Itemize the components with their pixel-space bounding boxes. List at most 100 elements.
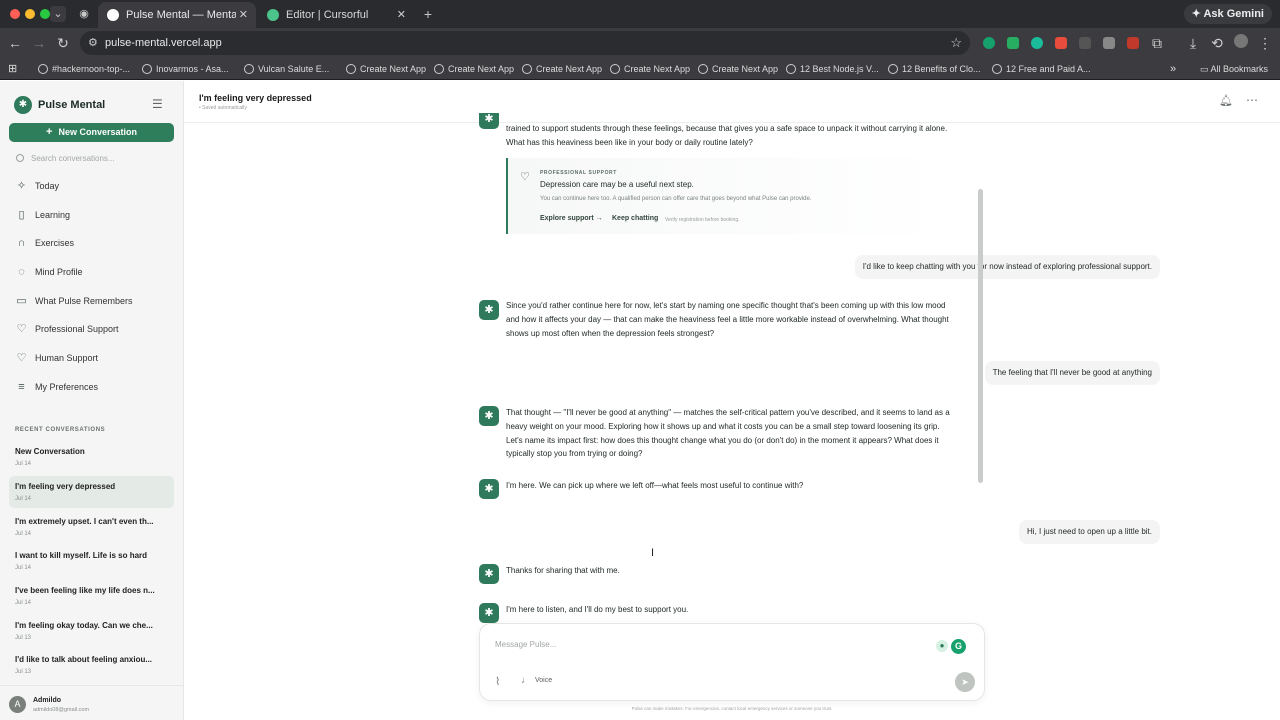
record-icon[interactable]: ◉ — [76, 6, 92, 22]
all-bookmarks-button[interactable]: ▭ All Bookmarks — [1200, 58, 1268, 80]
new-conversation-button[interactable]: + New Conversation — [9, 123, 174, 142]
search-input[interactable]: Search conversations... — [16, 154, 115, 163]
user-message: The feeling that I'll never be good at a… — [984, 361, 1160, 385]
conversation-item[interactable]: I'd like to talk about feeling anxiou...… — [9, 649, 174, 681]
sidebar-item-learning[interactable]: ▯ Learning — [15, 206, 70, 224]
bookmark-item[interactable]: 12 Free and Paid A... — [992, 58, 1091, 80]
more-options-icon[interactable]: ⋯ — [1246, 93, 1258, 107]
sidebar-item-exercises[interactable]: ∩ Exercises — [15, 234, 74, 252]
assistant-message: I'm here. We can pick up where we left o… — [506, 481, 804, 490]
chat-area: I'm feeling very depressed • Saved autom… — [184, 81, 1280, 720]
close-tab-icon[interactable]: ✕ — [239, 2, 248, 28]
brain-icon: ◌ — [18, 266, 25, 278]
back-arrow-icon[interactable]: ← — [6, 34, 24, 52]
keep-chatting-link[interactable]: Keep chatting — [612, 215, 658, 222]
sliders-icon: ≡ — [18, 381, 25, 393]
sidebar-item-mind-profile[interactable]: ◌ Mind Profile — [15, 263, 82, 281]
grammarly-extension-icon[interactable] — [983, 37, 995, 49]
message-input[interactable]: Message Pulse... — [495, 640, 556, 649]
site-info-icon[interactable]: ⚙ — [88, 36, 98, 49]
text-cursor-icon: I — [651, 547, 655, 559]
page-title: I'm feeling very depressed — [199, 93, 312, 103]
send-button[interactable]: ➤ — [955, 672, 975, 692]
search-icon — [16, 154, 24, 162]
m-extension-icon[interactable] — [1031, 37, 1043, 49]
cursor-extension-icon[interactable] — [1055, 37, 1067, 49]
headphones-icon: ∩ — [17, 237, 26, 249]
voice-button[interactable]: Voice — [535, 677, 552, 684]
attach-paperclip-icon[interactable]: ⌇ — [495, 675, 500, 688]
maximize-window-button[interactable] — [40, 9, 50, 19]
bookmark-item[interactable]: #hackernoon-top-... — [38, 58, 130, 80]
tab-pulse-mental[interactable]: Pulse Mental — Mental Wellne ✕ — [98, 2, 256, 28]
professional-support-card: ♡ PROFESSIONAL SUPPORT Depression care m… — [506, 158, 946, 234]
conversation-item[interactable]: I'm extremely upset. I can't even th... J… — [9, 511, 174, 543]
avatar: A — [9, 696, 26, 713]
conversation-item[interactable]: New Conversation Jul 14 — [9, 441, 174, 473]
pulse-avatar-icon: ✱ — [479, 564, 499, 584]
tab-search-chevron-icon[interactable]: ⌄ — [50, 6, 66, 22]
sidebar-item-professional-support[interactable]: ♡ Professional Support — [15, 320, 119, 338]
chat-header: I'm feeling very depressed • Saved autom… — [184, 81, 1280, 123]
apps-grid-icon[interactable]: ⊞ — [8, 58, 17, 80]
heart-handshake-icon: ♡ — [16, 323, 27, 335]
save-status: • Saved automatically — [199, 105, 247, 111]
bookmark-item[interactable]: 12 Benefits of Clo... — [888, 58, 981, 80]
sidebar-item-human-support[interactable]: ♡ Human Support — [15, 349, 98, 367]
sidebar-item-my-preferences[interactable]: ≡ My Preferences — [15, 378, 98, 396]
disclaimer-text: Pulse can make mistakes. For emergencies… — [631, 706, 833, 711]
bookmark-item[interactable]: Create Next App — [346, 58, 426, 80]
explore-support-link[interactable]: Explore support → — [540, 215, 603, 222]
bookmarks-bar: ⊞ #hackernoon-top-... Inovarmos - Asa...… — [0, 58, 1280, 80]
new-tab-button[interactable]: + — [420, 6, 436, 22]
pulse-logo-icon: ✱ — [14, 96, 32, 114]
assistant-message: That thought — "I'll never be good at an… — [506, 408, 950, 459]
recent-conversations-heading: RECENT CONVERSATIONS — [15, 427, 106, 433]
conversation-item[interactable]: I've been feeling like my life does n...… — [9, 580, 174, 612]
cursorful-favicon-icon — [267, 9, 279, 21]
tab-cursorful[interactable]: Editor | Cursorful ✕ — [258, 2, 414, 28]
url-text: pulse-mental.vercel.app — [105, 37, 222, 49]
close-tab-icon[interactable]: ✕ — [397, 2, 406, 28]
puzzle-icon[interactable]: ⧉ — [1148, 34, 1166, 52]
plus-icon: + — [46, 126, 53, 138]
sidebar-item-today[interactable]: ✧ Today — [15, 177, 59, 195]
reload-icon[interactable]: ↻ — [54, 34, 72, 52]
close-window-button[interactable] — [10, 9, 20, 19]
download-icon[interactable]: ⤓ — [1184, 34, 1202, 52]
bookmark-item[interactable]: Create Next App — [434, 58, 514, 80]
shield-extension-icon[interactable] — [1007, 37, 1019, 49]
profile-avatar-icon[interactable] — [1232, 34, 1250, 52]
user-profile[interactable]: A Admildo admildo08@gmail.com — [0, 685, 184, 720]
bookmarks-overflow-icon[interactable]: » — [1170, 58, 1176, 80]
bookmark-item[interactable]: Create Next App — [522, 58, 602, 80]
record-extension-icon[interactable] — [1127, 37, 1139, 49]
sidebar-item-what-pulse-remembers[interactable]: ▭ What Pulse Remembers — [15, 292, 132, 310]
microphone-icon[interactable]: ♩ — [521, 675, 531, 686]
fx-extension-icon[interactable] — [1079, 37, 1091, 49]
camera-extension-icon[interactable] — [1103, 37, 1115, 49]
grammarly-icon[interactable]: G — [951, 639, 966, 654]
user-message: I'd like to keep chatting with you for n… — [854, 255, 1160, 279]
bell-icon[interactable]: 🔔︎ — [1219, 94, 1233, 107]
bookmark-item[interactable]: Inovarmos - Asa... — [142, 58, 229, 80]
conversation-item[interactable]: I'm feeling okay today. Can we che... Jul… — [9, 615, 174, 647]
bookmark-star-icon[interactable]: ☆ — [950, 31, 962, 55]
address-bar[interactable]: ⚙ pulse-mental.vercel.app ☆ — [80, 31, 970, 55]
user-message: Hi, I just need to open up a little bit. — [1019, 520, 1160, 544]
sync-icon[interactable]: ⟲ — [1208, 34, 1226, 52]
kebab-menu-icon[interactable]: ⋮ — [1256, 34, 1274, 52]
scrollbar[interactable] — [978, 189, 983, 483]
bookmark-item[interactable]: Vulcan Salute E... — [244, 58, 329, 80]
bookmark-item[interactable]: Create Next App — [698, 58, 778, 80]
ask-gemini-button[interactable]: ✦ Ask Gemini — [1183, 4, 1272, 24]
conversation-item[interactable]: I want to kill myself. Life is so hard Ju… — [9, 545, 174, 577]
minimize-window-button[interactable] — [25, 9, 35, 19]
heart-handshake-icon: ♡ — [520, 171, 530, 183]
conversation-item[interactable]: I'm feeling very depressed Jul 14 — [9, 476, 174, 508]
sidebar-toggle-icon[interactable]: ☰ — [152, 97, 163, 111]
forward-arrow-icon[interactable]: → — [30, 34, 48, 52]
bookmark-item[interactable]: 12 Best Node.js V... — [786, 58, 879, 80]
lightbulb-icon[interactable]: ● — [936, 640, 948, 652]
bookmark-item[interactable]: Create Next App — [610, 58, 690, 80]
